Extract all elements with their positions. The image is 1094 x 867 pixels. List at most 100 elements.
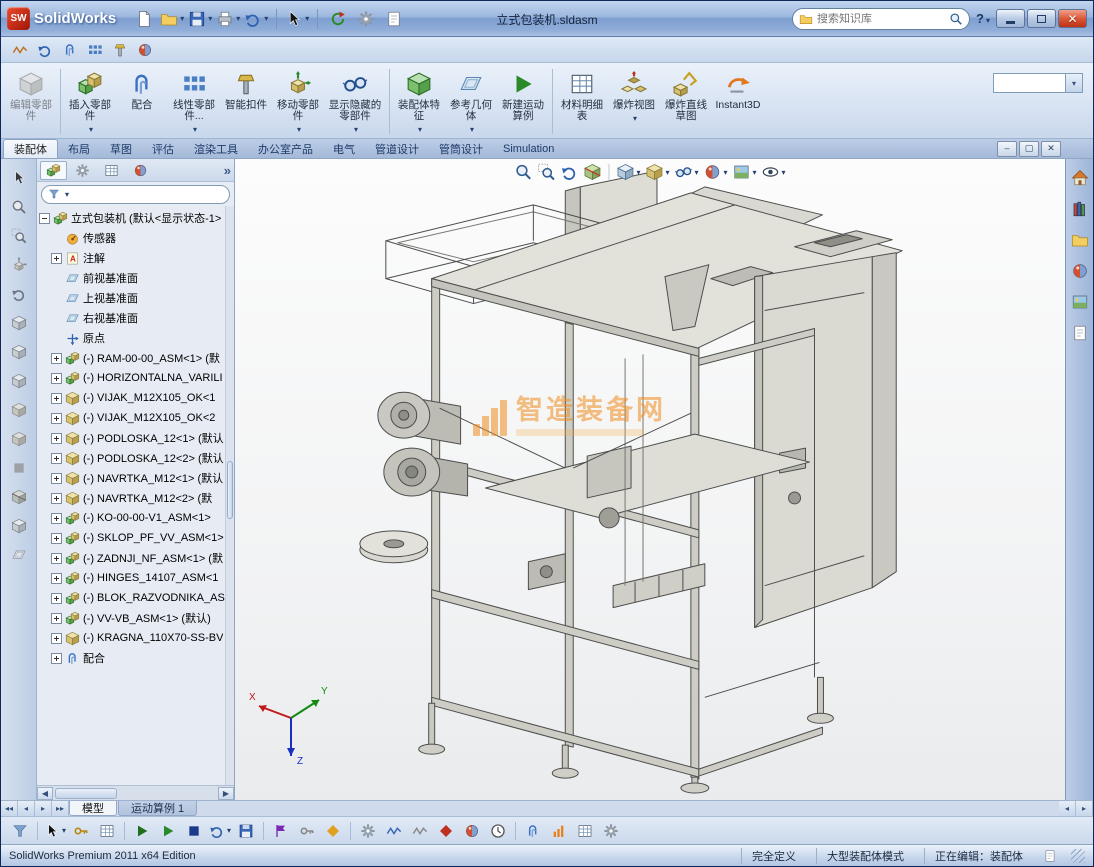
hidden-lines-removed-icon[interactable] [6,368,31,393]
expand-toggle[interactable] [51,493,62,504]
open-icon[interactable] [160,7,184,31]
tree-item[interactable]: (-) VIJAK_M12X105_OK<1 [37,388,234,408]
expand-toggle[interactable] [51,533,62,544]
auto-key-icon[interactable] [296,820,318,842]
force-icon[interactable] [435,820,457,842]
quick-tip-icon[interactable] [1043,849,1057,863]
scenes-icon[interactable] [1069,291,1091,313]
appearances-icon[interactable] [1069,260,1091,282]
mate-controller-icon[interactable] [522,820,544,842]
hidden-lines-visible-icon[interactable] [6,339,31,364]
expand-toggle[interactable] [51,653,62,664]
simulation-setup-icon[interactable] [600,820,622,842]
shaded-icon[interactable] [6,426,31,451]
tree-item[interactable]: 注解 [37,248,234,268]
scroll-right-icon[interactable]: ▶ [218,787,234,800]
section-view-icon[interactable] [582,162,602,182]
appearance-tool-icon[interactable] [134,39,156,61]
tab-featuremanager-tree[interactable] [40,161,67,180]
shadows-icon[interactable] [6,455,31,480]
rotate-view-icon[interactable] [6,281,31,306]
tree-item[interactable]: (-) ZADNJI_NF_ASM<1> (默 [37,548,234,568]
document-minimize-button[interactable]: – [997,141,1017,157]
motor-icon[interactable] [357,820,379,842]
tab-scroll-last-icon[interactable]: ▸▸ [52,801,69,816]
design-library-icon[interactable] [1069,198,1091,220]
new-document-icon[interactable] [132,7,156,31]
close-button[interactable]: ✕ [1058,9,1087,28]
exploded-view-button[interactable]: 爆炸视图 [608,65,660,138]
undo-icon[interactable] [244,7,268,31]
tree-item[interactable]: (-) KRAGNA_110X70-SS-BV [37,628,234,648]
add-key-icon[interactable] [322,820,344,842]
options-icon[interactable] [354,7,378,31]
search-icon[interactable] [949,12,963,26]
panel-chevron-icon[interactable] [224,163,231,178]
view-orientation-icon[interactable] [6,513,31,538]
tree-horizontal-scrollbar[interactable]: ◀ ▶ [37,785,234,800]
results-icon[interactable] [548,820,570,842]
tree-item[interactable]: (-) BLOK_RAZVODNIKA_AS [37,588,234,608]
stop-icon[interactable] [183,820,205,842]
maximize-button[interactable] [1027,9,1056,28]
curve-tool-icon[interactable] [9,39,31,61]
expand-toggle[interactable] [51,633,62,644]
tree-item[interactable]: 立式包装机 (默认<显示状态-1> [37,208,234,228]
key-point-icon[interactable] [70,820,92,842]
assembly-model-3d[interactable] [235,159,1065,800]
tree-item[interactable]: (-) VV-VB_ASM<1> (默认) [37,608,234,628]
tree-item[interactable]: (-) VIJAK_M12X105_OK<2 [37,408,234,428]
hide-show-items-icon[interactable] [673,162,699,182]
tab-sketch[interactable]: 草图 [100,139,142,158]
tree-item[interactable]: (-) NAVRTKA_M12<1> (默认 [37,468,234,488]
expand-toggle[interactable] [51,453,62,464]
chevron-down-icon[interactable]: ▾ [1065,74,1082,92]
section-view-icon[interactable] [6,484,31,509]
document-close-button[interactable]: ✕ [1041,141,1061,157]
shaded-with-edges-icon[interactable] [6,397,31,422]
select-arrow-icon[interactable] [285,7,309,31]
expand-toggle[interactable] [51,473,62,484]
playback-mode-icon[interactable] [209,820,231,842]
tree-item[interactable]: 原点 [37,328,234,348]
tab-tubing[interactable]: 管筒设计 [429,139,493,158]
chevron-down-icon[interactable] [63,188,69,200]
tab-motion-study-1[interactable]: 运动算例 1 [118,801,197,816]
spline-tool-icon[interactable] [34,39,56,61]
assembly-features-button[interactable]: 装配体特征 [393,65,445,138]
scrollbar-thumb[interactable] [227,461,233,519]
print-icon[interactable] [216,7,240,31]
display-style-icon[interactable] [644,162,670,182]
pattern-tool-icon[interactable] [84,39,106,61]
expand-toggle[interactable] [51,593,62,604]
tab-configurationmanager[interactable] [98,161,125,180]
zoom-to-area-icon[interactable] [6,223,31,248]
tab-piping[interactable]: 管道设计 [365,139,429,158]
command-combobox[interactable]: ▾ [993,73,1083,93]
minimize-button[interactable] [996,9,1025,28]
explode-line-sketch-button[interactable]: 爆炸直线草图 [660,65,712,138]
save-icon[interactable] [188,7,212,31]
previous-view-icon[interactable] [559,162,579,182]
expand-toggle[interactable] [51,613,62,624]
tree-item[interactable]: (-) PODLOSKA_12<1> (默认 [37,428,234,448]
pan-icon[interactable] [6,252,31,277]
tab-scroll-first-icon[interactable]: ◂◂ [1,801,18,816]
tab-model[interactable]: 模型 [69,801,117,816]
tree-item[interactable]: (-) SKLOP_PF_VV_ASM<1> [37,528,234,548]
hscroll-right-icon[interactable]: ▸ [1076,801,1093,816]
edit-appearance-icon[interactable] [703,162,729,182]
hscroll-left-icon[interactable]: ◂ [1059,801,1076,816]
apply-scene-icon[interactable] [732,162,758,182]
file-properties-icon[interactable] [382,7,406,31]
tab-scroll-left-icon[interactable]: ◂ [18,801,35,816]
move-component-button[interactable]: 移动零部件 [272,65,324,138]
rebuild-icon[interactable] [326,7,350,31]
tree-item[interactable]: (-) HINGES_14107_ASM<1 [37,568,234,588]
mate-tool-icon[interactable] [59,39,81,61]
document-restore-button[interactable]: ▢ [1019,141,1039,157]
tab-assembly[interactable]: 装配体 [3,139,58,158]
tree-item[interactable]: (-) PODLOSKA_12<2> (默认 [37,448,234,468]
expand-toggle[interactable] [51,573,62,584]
tree-filter-input[interactable] [41,185,230,204]
